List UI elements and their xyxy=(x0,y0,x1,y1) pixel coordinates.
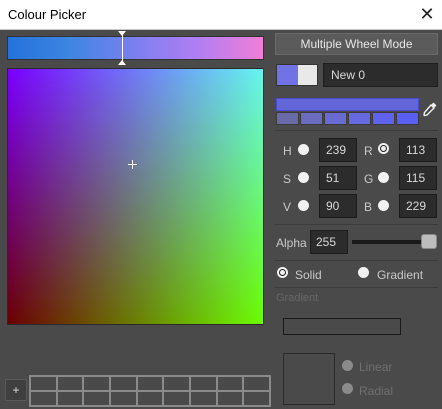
gradient-radio[interactable] xyxy=(358,267,369,278)
title-bar: Colour Picker ✕ xyxy=(0,0,442,30)
palette-shade[interactable] xyxy=(324,112,347,125)
swatch-slot[interactable] xyxy=(136,376,164,391)
radial-radio xyxy=(342,383,353,394)
palette-shade[interactable] xyxy=(276,112,299,125)
eyedropper-icon[interactable] xyxy=(420,100,440,122)
green-radio[interactable] xyxy=(378,172,389,183)
new-color-preview xyxy=(277,65,298,85)
alpha-label: Alpha xyxy=(276,236,307,250)
hue-slider[interactable] xyxy=(7,36,264,60)
swatch-slot[interactable] xyxy=(243,376,270,391)
hue-slider-handle[interactable] xyxy=(118,31,126,65)
saved-swatches-grid xyxy=(29,375,271,407)
gradient-label: Gradient xyxy=(377,268,424,282)
panel-divider xyxy=(275,130,438,131)
palette-shade[interactable] xyxy=(348,112,371,125)
old-color-preview xyxy=(298,65,317,85)
gradient-section-heading: Gradient xyxy=(276,292,319,304)
alpha-slider-thumb[interactable] xyxy=(421,234,437,249)
close-icon[interactable]: ✕ xyxy=(412,0,442,30)
palette-shades-row xyxy=(276,112,419,125)
alpha-field[interactable]: 255 xyxy=(310,230,348,254)
panel-divider xyxy=(275,287,438,288)
hue-field[interactable]: 239 xyxy=(319,138,357,162)
solid-label: Solid xyxy=(295,268,322,282)
blue-label: B xyxy=(364,200,373,214)
swatch-slot[interactable] xyxy=(163,391,190,406)
radial-label: Radial xyxy=(359,384,394,398)
hue-handle-line xyxy=(122,34,123,62)
linear-label: Linear xyxy=(359,360,393,374)
swatch-slot[interactable] xyxy=(109,376,137,391)
hue-radio[interactable] xyxy=(298,144,309,155)
hue-label: H xyxy=(283,144,292,158)
blue-radio[interactable] xyxy=(378,200,389,211)
swatch-slot[interactable] xyxy=(109,391,137,406)
hue-handle-bottom-arrow xyxy=(118,60,126,65)
swatch-slot[interactable] xyxy=(83,376,110,391)
current-color-swatch xyxy=(276,64,318,86)
value-label: V xyxy=(283,200,292,214)
red-label: R xyxy=(364,144,373,158)
swatch-slot[interactable] xyxy=(243,391,270,406)
panel-divider xyxy=(275,224,438,225)
gradient-bar xyxy=(283,318,401,335)
sv-crosshair-cursor[interactable] xyxy=(128,160,137,169)
value-radio[interactable] xyxy=(298,200,309,211)
green-field[interactable]: 115 xyxy=(399,166,437,190)
palette-shade[interactable] xyxy=(372,112,395,125)
palette-main-swatch[interactable] xyxy=(276,98,419,111)
swatch-slot[interactable] xyxy=(83,391,110,406)
eyedropper-glyph xyxy=(423,102,437,117)
red-field[interactable]: 113 xyxy=(399,138,437,162)
value-field[interactable]: 90 xyxy=(319,194,357,218)
gradient-preview xyxy=(283,353,335,405)
red-radio[interactable] xyxy=(378,143,389,154)
green-label: G xyxy=(364,172,374,186)
swatch-slot[interactable] xyxy=(216,391,244,406)
palette-shade[interactable] xyxy=(300,112,323,125)
palette-shade[interactable] xyxy=(396,112,419,125)
add-swatch-button[interactable]: + xyxy=(5,379,27,401)
blue-field[interactable]: 229 xyxy=(399,194,437,218)
saturation-value-square[interactable] xyxy=(7,68,264,325)
swatch-slot[interactable] xyxy=(136,391,164,406)
window-title: Colour Picker xyxy=(8,7,87,22)
swatch-slot[interactable] xyxy=(56,376,84,391)
saturation-label: S xyxy=(283,172,292,186)
saturation-radio[interactable] xyxy=(298,172,309,183)
swatch-slot[interactable] xyxy=(189,376,217,391)
swatch-slot[interactable] xyxy=(30,391,57,406)
swatch-slot[interactable] xyxy=(163,376,190,391)
swatch-slot[interactable] xyxy=(56,391,84,406)
saturation-field[interactable]: 51 xyxy=(319,166,357,190)
sv-gradient-canvas xyxy=(8,69,263,324)
swatch-slot[interactable] xyxy=(189,391,217,406)
color-name-input[interactable]: New 0 xyxy=(323,63,438,87)
linear-radio xyxy=(342,360,353,371)
panel-divider xyxy=(275,260,438,261)
solid-radio[interactable] xyxy=(277,267,288,278)
multiple-wheel-mode-button[interactable]: Multiple Wheel Mode xyxy=(275,33,438,55)
swatch-slot[interactable] xyxy=(216,376,244,391)
swatch-slot[interactable] xyxy=(30,376,57,391)
